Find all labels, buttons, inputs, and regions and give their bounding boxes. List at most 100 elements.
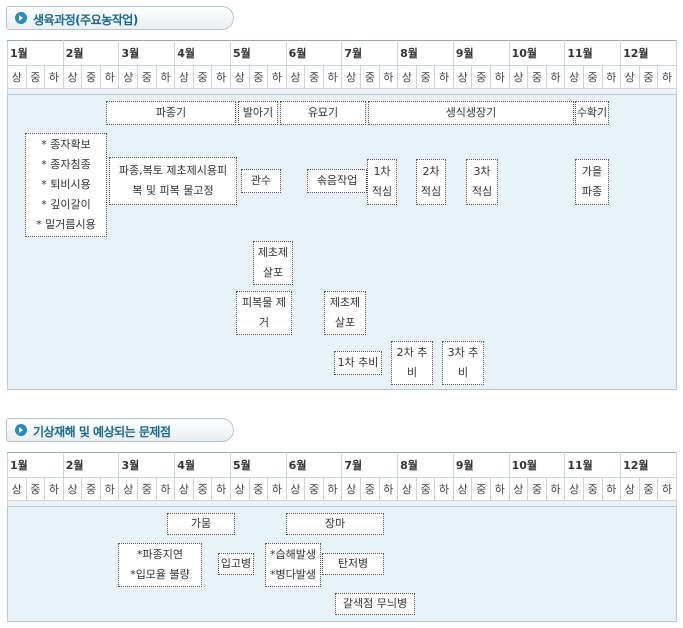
period-cell: 하 bbox=[155, 65, 176, 89]
task-fertilize-3: 3차 추 비 bbox=[442, 341, 484, 385]
period-cell: 하 bbox=[211, 65, 231, 89]
stage-seedling: 유묘기 bbox=[280, 101, 366, 125]
period-cell: 상 bbox=[285, 65, 306, 89]
month-header: 2월 bbox=[62, 452, 120, 478]
period-cell: 하 bbox=[155, 477, 176, 501]
task-herbicide-1: 제초제 살포 bbox=[253, 241, 293, 285]
period-cell: 상 bbox=[341, 65, 361, 89]
period-cell: 중 bbox=[359, 65, 380, 89]
period-cell: 하 bbox=[378, 477, 399, 501]
period-cell: 상 bbox=[174, 65, 194, 89]
period-row: 상중하상중하상중하상중하상중하상중하상중하상중하상중하상중하상중하상중하 bbox=[7, 65, 677, 89]
month-header: 8월 bbox=[397, 40, 454, 66]
stage-vegetative: 생식생장기 bbox=[368, 101, 574, 125]
month-header: 7월 bbox=[341, 452, 399, 478]
period-cell: 하 bbox=[490, 65, 510, 89]
period-cell: 중 bbox=[471, 477, 492, 501]
period-cell: 하 bbox=[545, 477, 566, 501]
problem-damping-off: 입고병 bbox=[218, 553, 254, 575]
task-thinning: 솎음작업 bbox=[307, 169, 367, 193]
section-header-weather: 기상재해 및 예상되는 문제점 bbox=[6, 418, 234, 442]
month-header: 5월 bbox=[229, 452, 287, 478]
growth-calendar-table: 1월 2월 3월 4월 5월 6월 7월 8월 9월 10월 11월 12월 상중하상중하상중하상중하… bbox=[7, 40, 677, 95]
period-cell: 중 bbox=[304, 477, 324, 501]
period-cell: 중 bbox=[248, 477, 269, 501]
list-item: *입모율 불량 bbox=[130, 568, 190, 581]
period-cell: 중 bbox=[359, 477, 380, 501]
weather-calendar-table: 1월 2월 3월 4월 5월 6월 7월 8월 9월 10월 11월 12월 상중하상중하상중하상중하… bbox=[7, 452, 677, 507]
period-cell: 하 bbox=[378, 65, 399, 89]
month-header: 7월 bbox=[341, 40, 399, 66]
period-cell: 중 bbox=[81, 477, 101, 501]
period-cell: 상 bbox=[452, 65, 473, 89]
period-cell: 상 bbox=[564, 65, 584, 89]
problem-sowing-delay: *파종지연 *입모율 불량 bbox=[118, 543, 202, 587]
month-header: 3월 bbox=[118, 452, 176, 478]
period-cell: 중 bbox=[471, 65, 492, 89]
month-header: 11월 bbox=[564, 452, 622, 478]
period-cell: 중 bbox=[415, 477, 436, 501]
period-cell: 하 bbox=[657, 477, 677, 501]
prep-task-list: * 종자확보 * 종자침종 * 퇴비시용 * 깊이갈이 * 밑거름시용 bbox=[25, 133, 107, 237]
month-header: 8월 bbox=[397, 452, 454, 478]
period-cell: 하 bbox=[657, 65, 677, 89]
month-header: 5월 bbox=[229, 40, 287, 66]
period-cell: 상 bbox=[229, 65, 250, 89]
period-cell: 중 bbox=[415, 65, 436, 89]
arrow-bullet-icon bbox=[15, 424, 27, 436]
month-header: 10월 bbox=[508, 40, 566, 66]
period-cell: 하 bbox=[601, 477, 622, 501]
period-cell: 상 bbox=[397, 477, 417, 501]
task-fertilize-2: 2차 추 비 bbox=[391, 341, 433, 385]
period-cell: 상 bbox=[508, 65, 529, 89]
task-pinch-3: 3차 적심 bbox=[466, 159, 498, 205]
period-cell: 하 bbox=[545, 65, 566, 89]
task-fertilize-1: 1차 추비 bbox=[334, 351, 382, 375]
period-cell: 중 bbox=[582, 65, 603, 89]
weather-timeline-panel: 가뭄 장마 *파종지연 *입모율 불량 입고병 *습해발생 *병다발생 탄저병 갈색… bbox=[7, 506, 677, 622]
period-cell: 상 bbox=[174, 477, 194, 501]
period-cell: 하 bbox=[44, 65, 64, 89]
period-cell: 중 bbox=[25, 65, 46, 89]
month-header: 2월 bbox=[62, 40, 120, 66]
month-header: 12월 bbox=[620, 40, 677, 66]
period-cell: 하 bbox=[211, 477, 231, 501]
period-cell: 하 bbox=[434, 477, 454, 501]
task-fall-sowing: 가을 파종 bbox=[575, 159, 609, 205]
task-pinch-2: 2차 적심 bbox=[416, 159, 446, 205]
problem-drought: 가뭄 bbox=[167, 513, 235, 535]
task-mulch-removal: 피복물 제 거 bbox=[236, 291, 292, 335]
list-item: * 종자침종 bbox=[41, 158, 91, 171]
period-cell: 상 bbox=[508, 477, 529, 501]
period-cell: 상 bbox=[7, 477, 27, 501]
period-cell: 하 bbox=[99, 477, 120, 501]
period-cell: 중 bbox=[527, 65, 547, 89]
task-sowing-work: 파종,복토 제초제시용피 복 및 피복 물고정 bbox=[109, 157, 237, 205]
list-item: *병다발생 bbox=[270, 568, 316, 581]
period-row: 상중하상중하상중하상중하상중하상중하상중하상중하상중하상중하상중하상중하 bbox=[7, 477, 677, 501]
month-header: 4월 bbox=[174, 452, 231, 478]
period-cell: 하 bbox=[44, 477, 64, 501]
period-cell: 상 bbox=[7, 65, 27, 89]
list-item: * 깊이갈이 bbox=[41, 198, 91, 211]
period-cell: 중 bbox=[582, 477, 603, 501]
period-cell: 상 bbox=[452, 477, 473, 501]
period-cell: 상 bbox=[620, 477, 640, 501]
month-header: 6월 bbox=[285, 40, 343, 66]
period-cell: 상 bbox=[397, 65, 417, 89]
month-header: 4월 bbox=[174, 40, 231, 66]
period-cell: 상 bbox=[285, 477, 306, 501]
period-cell: 하 bbox=[99, 65, 120, 89]
month-header: 9월 bbox=[452, 452, 510, 478]
period-cell: 중 bbox=[248, 65, 269, 89]
section-title: 기상재해 및 예상되는 문제점 bbox=[33, 425, 171, 439]
list-item: * 퇴비시용 bbox=[41, 178, 91, 191]
period-cell: 중 bbox=[638, 65, 659, 89]
month-header: 3월 bbox=[118, 40, 176, 66]
period-cell: 중 bbox=[638, 477, 659, 501]
problem-anthracnose: 탄저병 bbox=[322, 553, 384, 575]
list-item: *습해발생 bbox=[270, 548, 316, 561]
period-cell: 상 bbox=[564, 477, 584, 501]
period-cell: 중 bbox=[527, 477, 547, 501]
period-cell: 상 bbox=[620, 65, 640, 89]
